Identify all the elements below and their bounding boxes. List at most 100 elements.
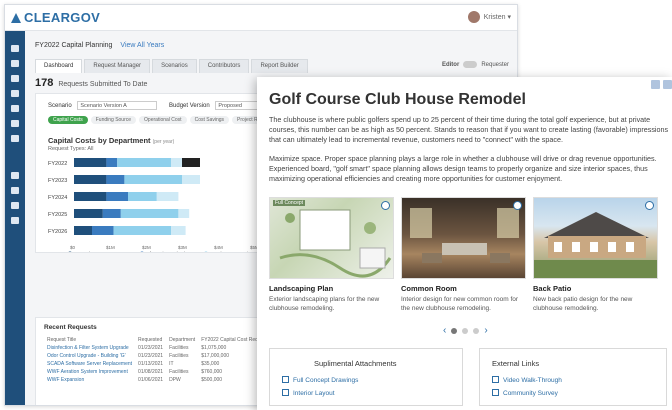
patio-drawing bbox=[534, 212, 657, 278]
table-row[interactable]: Disinfection & Filter System Upgrade 01/2… bbox=[44, 344, 276, 352]
bar-segment[interactable] bbox=[74, 192, 107, 201]
bar-segment[interactable] bbox=[182, 158, 200, 167]
table-row[interactable]: WWF Expansion 01/06/2021 DPW $500,000 bbox=[44, 376, 276, 384]
chat-icon[interactable] bbox=[11, 202, 19, 209]
metric-chips: Capital Costs Funding Source Operational… bbox=[48, 116, 280, 124]
popup-paragraph-1: The clubhouse is where public golfers sp… bbox=[269, 115, 669, 144]
chip-funding-source[interactable]: Funding Source bbox=[90, 116, 137, 124]
grid-icon[interactable] bbox=[11, 105, 19, 112]
bar-segment[interactable] bbox=[117, 158, 172, 167]
chip-capital-costs[interactable]: Capital Costs bbox=[48, 116, 88, 124]
avatar bbox=[467, 11, 480, 23]
scenario-label: Scenario bbox=[48, 103, 72, 110]
chip-operational-cost[interactable]: Operational Cost bbox=[139, 116, 187, 124]
tools-icon[interactable] bbox=[11, 60, 19, 67]
twitter-icon[interactable] bbox=[651, 80, 660, 89]
monitor-icon[interactable] bbox=[11, 187, 19, 194]
attachment-label: Interior Layout bbox=[293, 390, 335, 397]
legend-swatch bbox=[68, 251, 72, 252]
gallery-caption: Landscaping Plan bbox=[269, 284, 334, 293]
table-cell: IT bbox=[169, 361, 174, 367]
home-icon[interactable] bbox=[11, 45, 19, 52]
back-patio-image[interactable] bbox=[533, 197, 658, 279]
landscaping-plan-image[interactable]: Full Concept bbox=[269, 197, 394, 279]
bar-segment[interactable] bbox=[74, 209, 103, 218]
bar-segment[interactable] bbox=[74, 158, 107, 167]
table-row[interactable]: Odor Control Upgrade - Building 'G' 01/23… bbox=[44, 352, 276, 360]
x-tick-label: $1M bbox=[106, 245, 115, 250]
bar-segment[interactable] bbox=[102, 209, 121, 218]
view-all-years-link[interactable]: View All Years bbox=[120, 42, 164, 49]
image-gallery: Full Concept Landscaping Plan Exterior l… bbox=[269, 197, 672, 317]
attachments-box: Suplimental Attachments Full Concept Dra… bbox=[269, 348, 463, 406]
chip-cost-savings[interactable]: Cost Savings bbox=[189, 116, 230, 124]
pager-dot[interactable] bbox=[462, 327, 469, 334]
request-title-link[interactable]: SCADA Software Server Replacement bbox=[44, 360, 135, 368]
document-icon bbox=[282, 389, 289, 396]
request-title-link[interactable]: WWF Aeration System Improvement bbox=[44, 368, 135, 376]
user-menu[interactable]: Kristen ▾ bbox=[467, 11, 511, 23]
external-link[interactable]: Community Survey bbox=[492, 389, 666, 397]
requests-label: Requests Submitted To Date bbox=[58, 81, 148, 88]
bar-segment[interactable] bbox=[171, 226, 186, 235]
table-row[interactable]: SCADA Software Server Replacement 01/13/2… bbox=[44, 360, 276, 368]
file-icon[interactable] bbox=[11, 135, 19, 142]
capital-costs-chart: FY2022 FY2023 FY2024 FY2025 FY2026 $0 $1M $2M $3… bbox=[48, 158, 259, 252]
pager-dot[interactable] bbox=[451, 327, 458, 334]
chevron-right-icon[interactable]: › bbox=[484, 325, 487, 336]
requests-count: 178 bbox=[35, 77, 54, 89]
table-row[interactable]: WWF Aeration System Improvement 01/08/202… bbox=[44, 368, 276, 376]
bar-segment[interactable] bbox=[178, 209, 190, 218]
tab-report-builder[interactable]: Report Builder bbox=[251, 59, 308, 73]
tab-dashboard[interactable]: Dashboard bbox=[35, 59, 83, 73]
legend-label: General Government bbox=[74, 251, 117, 252]
category-label: FY2023 bbox=[48, 178, 67, 184]
bar-segment[interactable] bbox=[124, 175, 182, 184]
bar-segment[interactable] bbox=[156, 192, 179, 201]
database-icon[interactable] bbox=[11, 172, 19, 179]
cleargov-logo[interactable]: CLEARGOV bbox=[11, 10, 100, 25]
attachment-link[interactable]: Interior Layout bbox=[282, 389, 462, 397]
toggle-switch[interactable] bbox=[463, 61, 478, 68]
bar-segment[interactable] bbox=[120, 209, 179, 218]
chart-title-suffix: (per year) bbox=[152, 139, 175, 145]
attachment-link[interactable]: Full Concept Drawings bbox=[282, 376, 462, 384]
people-icon[interactable] bbox=[11, 75, 19, 82]
chevron-left-icon[interactable]: ‹ bbox=[443, 325, 446, 336]
zoom-icon[interactable] bbox=[381, 201, 390, 210]
bar-segment[interactable] bbox=[113, 226, 172, 235]
gallery-item-landscaping[interactable]: Full Concept Landscaping Plan Exterior l… bbox=[269, 197, 394, 313]
common-room-image[interactable] bbox=[401, 197, 526, 279]
pager-dot[interactable] bbox=[473, 327, 480, 334]
zoom-icon[interactable] bbox=[645, 201, 654, 210]
bar-segment[interactable] bbox=[128, 192, 157, 201]
logo-text: CLEARGOV bbox=[24, 10, 101, 25]
bar-segment[interactable] bbox=[171, 158, 182, 167]
bar-segment[interactable] bbox=[182, 175, 200, 184]
bar-segment[interactable] bbox=[106, 158, 118, 167]
bar-segment[interactable] bbox=[106, 192, 128, 201]
facebook-icon[interactable] bbox=[663, 80, 672, 89]
tab-request-manager[interactable]: Request Manager bbox=[84, 59, 151, 73]
bar-segment[interactable] bbox=[92, 226, 114, 235]
zoom-icon[interactable] bbox=[513, 201, 522, 210]
bar-segment[interactable] bbox=[74, 226, 92, 235]
request-title-link[interactable]: Disinfection & Filter System Upgrade bbox=[44, 344, 135, 352]
x-tick-label: $4M bbox=[214, 245, 223, 250]
x-tick-label: $3M bbox=[178, 245, 187, 250]
calendar-icon[interactable] bbox=[11, 120, 19, 127]
request-title-link[interactable]: Odor Control Upgrade - Building 'G' bbox=[44, 352, 135, 360]
bar-segment[interactable] bbox=[106, 175, 125, 184]
users-icon[interactable] bbox=[11, 217, 19, 224]
gallery-item-back-patio[interactable]: Back Patio New back patio design for the… bbox=[533, 197, 658, 313]
request-title-link[interactable]: WWF Expansion bbox=[44, 376, 135, 384]
role-toggle[interactable]: Editor Requester bbox=[442, 61, 509, 68]
scenario-select[interactable]: Scenario Version A bbox=[77, 101, 158, 110]
tab-contributors[interactable]: Contributors bbox=[198, 59, 250, 73]
gallery-item-common-room[interactable]: Common Room Interior design for new comm… bbox=[401, 197, 526, 313]
bar-segment[interactable] bbox=[74, 175, 107, 184]
external-link[interactable]: Video Walk-Through bbox=[492, 376, 666, 384]
gallery-description: Interior design for new common room for … bbox=[401, 296, 519, 312]
tab-scenarios[interactable]: Scenarios bbox=[152, 59, 197, 73]
document-icon[interactable] bbox=[11, 90, 19, 97]
